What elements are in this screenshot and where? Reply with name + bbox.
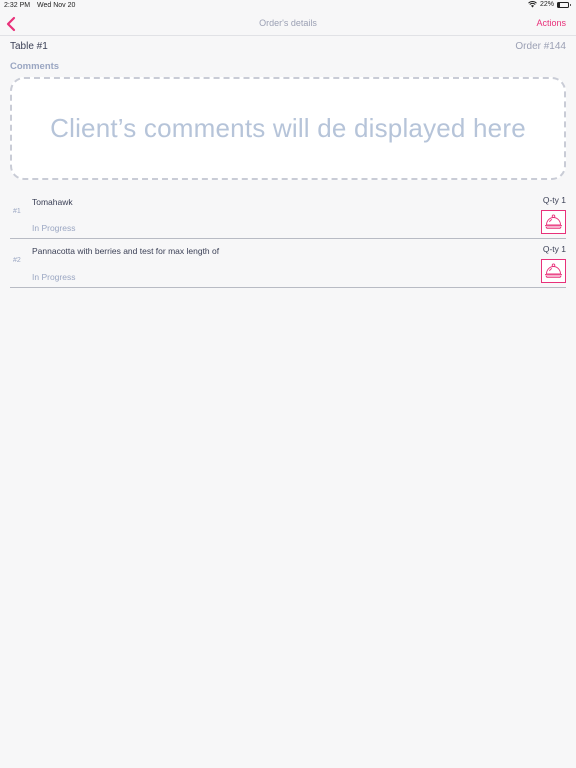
battery-icon — [557, 1, 571, 8]
item-status: In Progress — [32, 223, 76, 233]
battery-fill — [558, 2, 561, 7]
item-quantity: Q-ty 1 — [542, 244, 566, 254]
actions-button[interactable]: Actions — [536, 18, 566, 28]
table-label: Table #1 — [10, 41, 48, 52]
status-date: Wed Nov 20 — [37, 2, 76, 9]
item-index: #2 — [13, 257, 21, 264]
serve-dish-button[interactable] — [541, 210, 566, 234]
item-status: In Progress — [32, 272, 76, 282]
item-quantity: Q-ty 1 — [542, 195, 566, 205]
nav-bar: Order's details Actions — [0, 12, 576, 36]
order-number: Order #144 — [515, 41, 566, 52]
item-name: Pannacotta with berries and test for max… — [32, 246, 220, 256]
status-bar: 2:32 PM Wed Nov 20 22% — [0, 0, 576, 12]
item-index: #1 — [13, 208, 21, 215]
page-title: Order's details — [259, 18, 317, 28]
cloche-icon — [545, 263, 562, 278]
cloche-icon — [545, 214, 562, 229]
status-time: 2:32 PM — [4, 2, 31, 9]
comments-placeholder: Client’s comments will de displayed here — [50, 113, 526, 143]
comments-box: Client’s comments will de displayed here — [10, 77, 566, 180]
comments-label: Comments — [10, 61, 60, 72]
serve-dish-button[interactable] — [541, 259, 566, 283]
order-item[interactable]: #1 Tomahawk In Progress Q-ty 1 — [10, 190, 566, 239]
order-item[interactable]: #2 Pannacotta with berries and test for … — [10, 239, 566, 288]
battery-percent: 22% — [539, 1, 554, 8]
status-right: 22% — [528, 1, 571, 8]
wifi-icon — [528, 1, 537, 8]
item-name: Tomahawk — [32, 197, 73, 207]
